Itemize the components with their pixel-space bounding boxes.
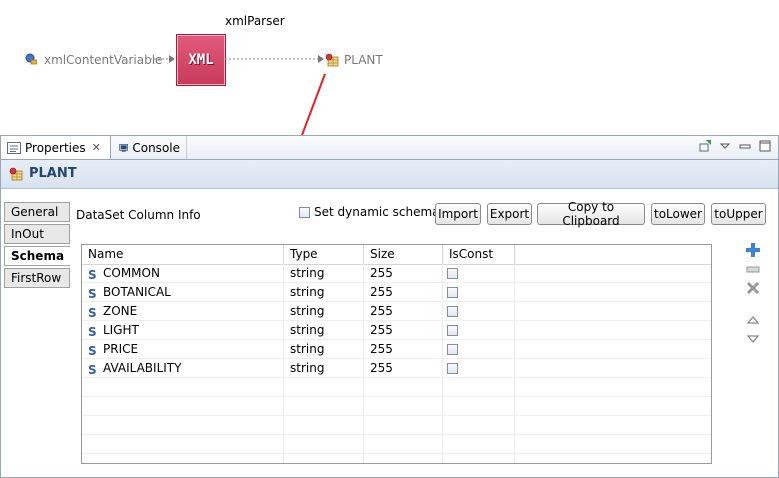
cell-type[interactable]: string [284, 340, 364, 359]
xml-component-label: XML [188, 52, 214, 68]
string-type-icon: S [88, 344, 97, 358]
string-type-icon: S [88, 306, 97, 320]
cell-name-text: LIGHT [103, 323, 139, 337]
string-type-icon: S [88, 287, 97, 301]
string-type-icon: S [88, 363, 97, 377]
isconst-checkbox[interactable] [447, 325, 458, 336]
add-row-icon[interactable] [745, 242, 761, 258]
table-row[interactable]: S LIGHT string 255 [82, 321, 711, 340]
variable-icon [25, 53, 37, 65]
properties-panel: Properties ✕ Console PLANT General InOut… [0, 135, 779, 478]
output-node-label[interactable]: PLANT [344, 53, 383, 67]
sidebar-item-inout[interactable]: InOut [4, 224, 70, 244]
table-header: Name Type Size IsConst [82, 245, 711, 265]
cell-name-text: AVAILABILITY [103, 361, 182, 375]
output-connector-arrow [225, 55, 324, 63]
column-header-name[interactable]: Name [82, 245, 284, 264]
isconst-checkbox[interactable] [447, 306, 458, 317]
tab-properties-label: Properties [25, 140, 86, 155]
cell-type[interactable]: string [284, 283, 364, 302]
cell-name[interactable]: S LIGHT [82, 321, 284, 340]
properties-icon [7, 141, 21, 154]
xml-parser-component[interactable]: XML [176, 34, 226, 86]
table-row[interactable]: S PRICE string 255 [82, 340, 711, 359]
schema-content: DataSet Column Info Set dynamic schema I… [71, 188, 777, 476]
output-node-icon [325, 53, 339, 67]
string-type-icon: S [88, 325, 97, 339]
table-node-icon [9, 167, 23, 181]
import-button[interactable]: Import [435, 203, 481, 225]
sidebar-item-general[interactable]: General [4, 202, 70, 222]
toupper-button[interactable]: toUpper [711, 203, 766, 225]
checkbox-box[interactable] [299, 206, 310, 218]
table-row[interactable]: S COMMON string 255 [82, 264, 711, 283]
sidebar: General InOut Schema FirstRow [4, 202, 70, 290]
column-header-type[interactable]: Type [284, 245, 364, 264]
cell-type[interactable]: string [284, 321, 364, 340]
move-up-icon[interactable] [745, 312, 761, 328]
column-header-size[interactable]: Size [364, 245, 443, 264]
schema-table: Name Type Size IsConst S COMMON string 255 S… [81, 244, 712, 464]
dynamic-schema-label: Set dynamic schema [314, 205, 440, 219]
cell-size[interactable]: 255 [364, 359, 443, 378]
export-button[interactable]: Export [487, 203, 532, 225]
string-type-icon: S [88, 268, 97, 282]
view-toolbar [698, 139, 772, 153]
cell-name[interactable]: S AVAILABILITY [82, 359, 284, 378]
minimize-icon[interactable] [738, 139, 752, 153]
page-title: PLANT [29, 166, 77, 181]
table-row[interactable]: S ZONE string 255 [82, 302, 711, 321]
cell-size[interactable]: 255 [364, 264, 443, 283]
cell-type[interactable]: string [284, 359, 364, 378]
cell-size[interactable]: 255 [364, 302, 443, 321]
cell-name[interactable]: S BOTANICAL [82, 283, 284, 302]
move-down-icon[interactable] [745, 331, 761, 347]
isconst-checkbox[interactable] [447, 344, 458, 355]
cell-name-text: COMMON [103, 266, 160, 280]
cell-size[interactable]: 255 [364, 340, 443, 359]
cell-name[interactable]: S COMMON [82, 264, 284, 283]
console-icon [119, 143, 129, 152]
cell-type[interactable]: string [284, 264, 364, 283]
cell-size[interactable]: 255 [364, 283, 443, 302]
close-icon[interactable]: ✕ [92, 141, 101, 154]
tolower-button[interactable]: toLower [651, 203, 705, 225]
pin-icon[interactable] [698, 139, 712, 153]
view-menu-icon[interactable] [718, 139, 732, 153]
cell-name-text: PRICE [103, 342, 139, 356]
tab-console[interactable]: Console [113, 136, 187, 159]
sidebar-item-firstrow[interactable]: FirstRow [4, 268, 70, 288]
cell-type[interactable]: string [284, 302, 364, 321]
tab-properties[interactable]: Properties ✕ [1, 136, 111, 159]
cell-name-text: ZONE [103, 304, 138, 318]
properties-header: PLANT [1, 160, 778, 189]
isconst-checkbox[interactable] [447, 268, 458, 279]
table-toolbar [745, 242, 761, 350]
remove-row-icon[interactable] [745, 261, 761, 277]
dynamic-schema-checkbox[interactable]: Set dynamic schema [299, 205, 440, 219]
sidebar-item-schema[interactable]: Schema [4, 246, 70, 266]
cell-name-text: BOTANICAL [103, 285, 171, 299]
isconst-checkbox[interactable] [447, 287, 458, 298]
isconst-checkbox[interactable] [447, 363, 458, 374]
section-label: DataSet Column Info [76, 208, 201, 222]
copy-to-clipboard-button[interactable]: Copy to Clipboard [537, 200, 645, 228]
tab-console-label: Console [132, 140, 180, 155]
table-row[interactable]: S BOTANICAL string 255 [82, 283, 711, 302]
maximize-icon[interactable] [758, 139, 772, 153]
component-title: xmlParser [225, 14, 285, 28]
cell-size[interactable]: 255 [364, 321, 443, 340]
view-tab-bar: Properties ✕ Console [1, 136, 778, 160]
column-header-isconst[interactable]: IsConst [443, 245, 515, 264]
delete-row-icon[interactable] [745, 280, 761, 296]
table-row[interactable]: S AVAILABILITY string 255 [82, 359, 711, 378]
cell-name[interactable]: S PRICE [82, 340, 284, 359]
input-variable-label[interactable]: xmlContentVariable [44, 53, 162, 67]
input-connector-arrow [150, 55, 175, 63]
cell-name[interactable]: S ZONE [82, 302, 284, 321]
